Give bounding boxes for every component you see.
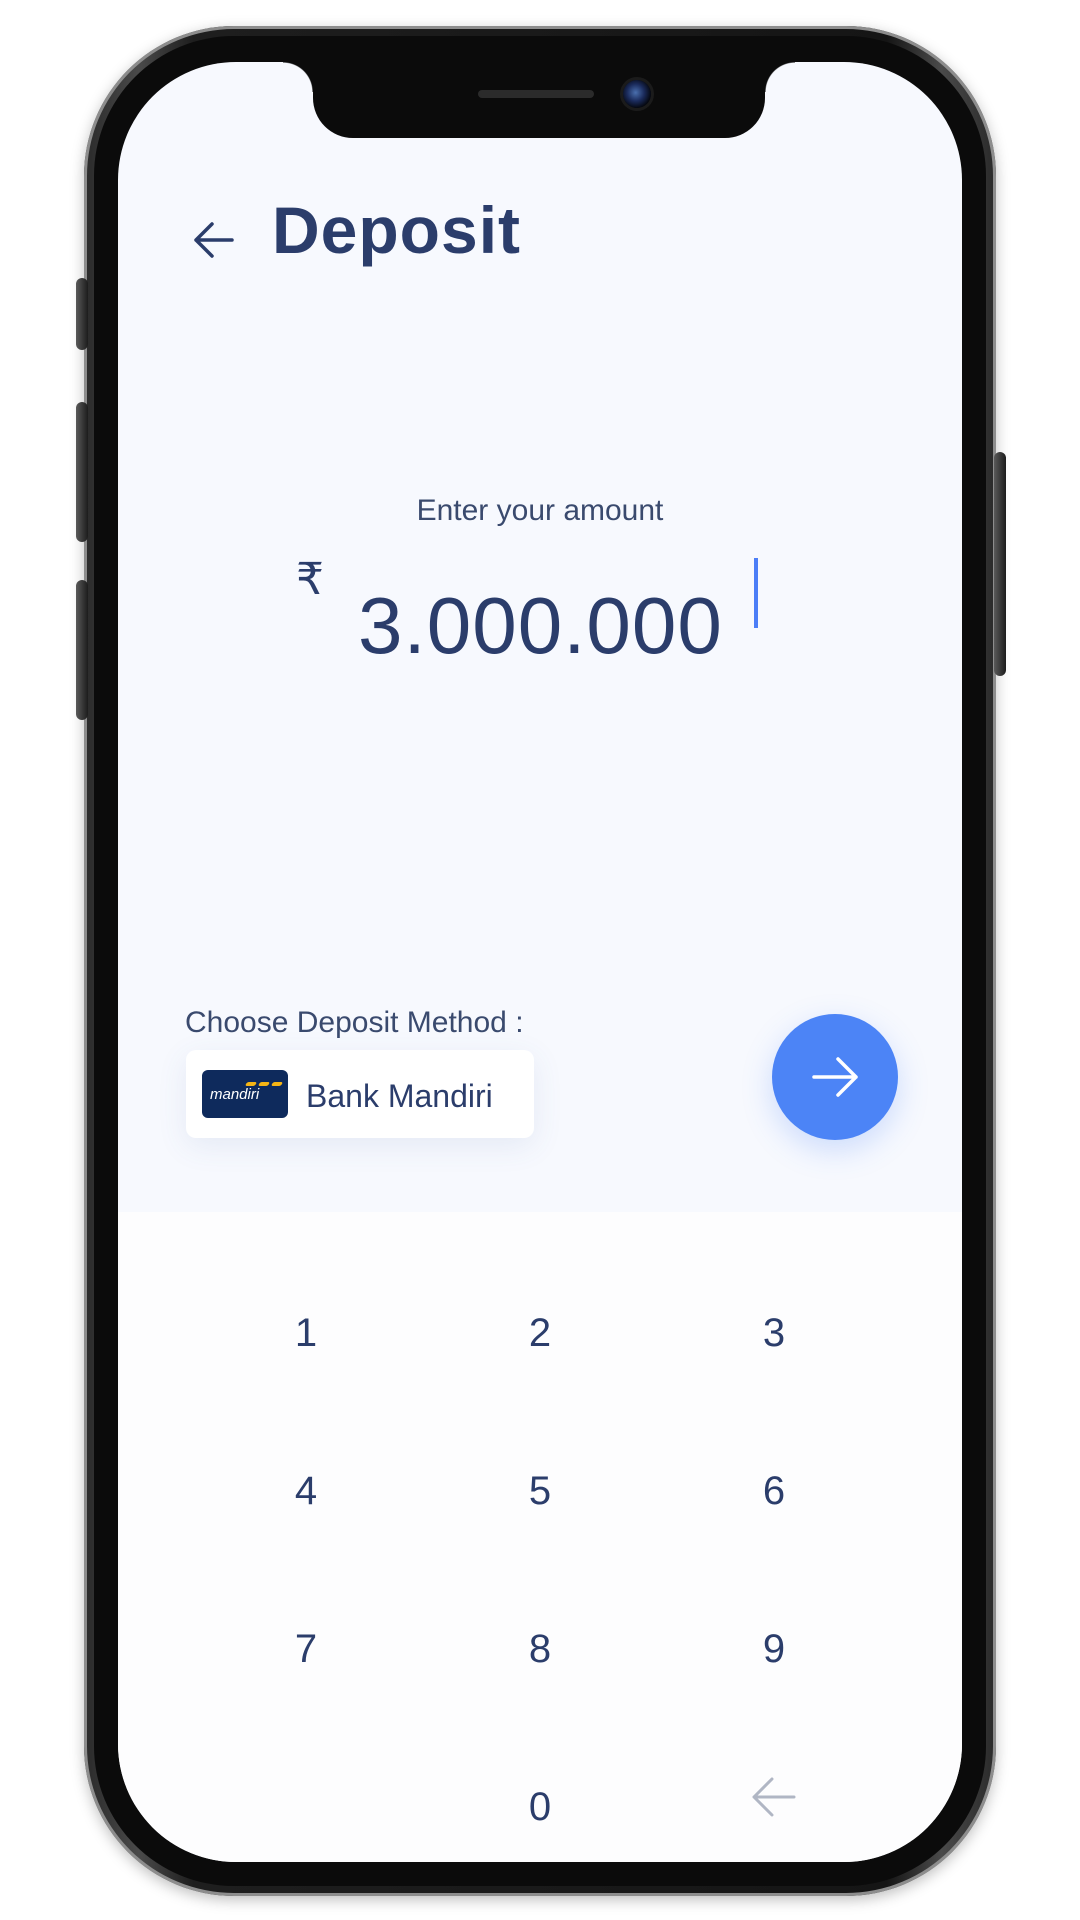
amount-label: Enter your amount (416, 494, 664, 527)
key-1[interactable]: 1 (236, 1288, 376, 1378)
deposit-method-selector[interactable]: mandiri Bank Mandiri (186, 1050, 534, 1138)
bank-mandiri-logo: mandiri (202, 1070, 288, 1118)
numeric-keypad: 1 2 3 4 5 6 7 8 9 0 (118, 1212, 962, 1862)
arrow-left-icon (194, 222, 234, 258)
arrow-right-icon (812, 1057, 858, 1097)
back-button[interactable] (186, 212, 242, 268)
key-6[interactable]: 6 (704, 1446, 844, 1536)
key-3[interactable]: 3 (704, 1288, 844, 1378)
key-8[interactable]: 8 (470, 1604, 610, 1694)
notch (283, 62, 795, 138)
power-button (994, 452, 1006, 676)
page-title: Deposit (272, 193, 522, 267)
currency-symbol: ₹ (296, 555, 324, 604)
amount-input[interactable]: 3.000.000 (358, 580, 723, 672)
bank-name: Bank Mandiri (306, 1078, 493, 1114)
bank-logo-text: mandiri (210, 1086, 260, 1103)
deposit-method-label: Choose Deposit Method : (185, 1006, 524, 1039)
speaker-grille (478, 90, 594, 98)
key-4[interactable]: 4 (236, 1446, 376, 1536)
key-9[interactable]: 9 (704, 1604, 844, 1694)
key-0[interactable]: 0 (470, 1762, 610, 1852)
arrow-left-icon (752, 1777, 796, 1817)
key-2[interactable]: 2 (470, 1288, 610, 1378)
volume-down-button (76, 580, 88, 720)
volume-up-button (76, 402, 88, 542)
mute-switch (76, 278, 88, 350)
key-5[interactable]: 5 (470, 1446, 610, 1536)
app-screen: Deposit Enter your amount ₹ 3.000.000 Ch… (118, 62, 962, 1862)
next-button[interactable] (772, 1014, 898, 1140)
backspace-key[interactable] (704, 1752, 844, 1842)
key-7[interactable]: 7 (236, 1604, 376, 1694)
text-cursor (754, 558, 758, 628)
front-camera (623, 80, 651, 108)
